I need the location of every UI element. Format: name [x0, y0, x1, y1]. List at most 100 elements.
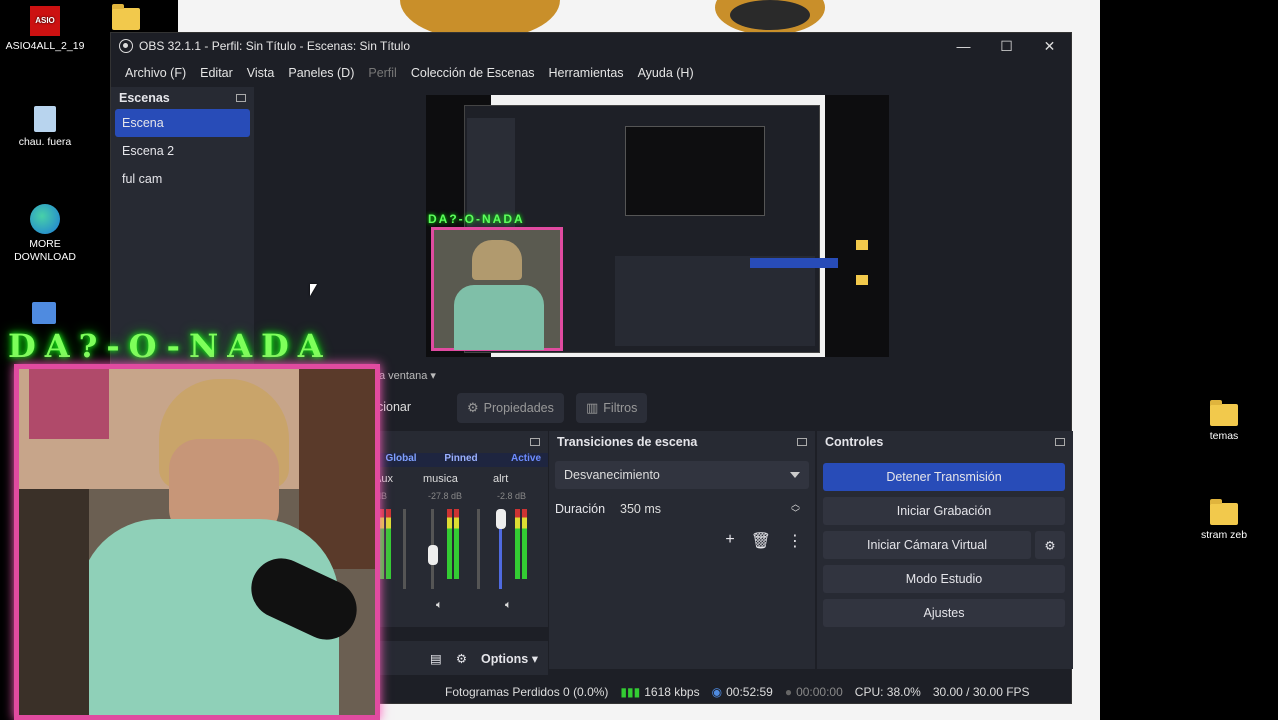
- desktop-icon-label: chau. fuera: [18, 136, 72, 148]
- settings-button[interactable]: Ajustes: [823, 599, 1065, 627]
- recycle-bin-icon: [34, 106, 56, 132]
- volume-fader[interactable]: [495, 509, 506, 589]
- properties-button[interactable]: ⚙ Propiedades: [457, 393, 564, 423]
- stream-time: 00:52:59: [726, 685, 773, 699]
- title-bar[interactable]: OBS 32.1.1 - Perfil: Sin Título - Escena…: [111, 33, 1071, 59]
- record-icon: ●: [784, 685, 793, 699]
- close-button[interactable]: ✕: [1028, 38, 1071, 55]
- duration-label: Duración: [555, 502, 606, 516]
- menu-ayuda[interactable]: Ayuda (H): [631, 66, 701, 80]
- transitions-title: Transiciones de escena: [557, 435, 698, 449]
- desktop-icon-stram-zeb[interactable]: stram zeb: [1184, 499, 1264, 542]
- controls-dock: Controles Detener Transmisión Iniciar Gr…: [817, 431, 1073, 669]
- menu-vista[interactable]: Vista: [240, 66, 282, 80]
- spin-arrows-icon[interactable]: ︿ ﹀: [791, 500, 800, 518]
- desktop-icon-label: stram zeb: [1200, 529, 1248, 541]
- desktop-icon-folder-top[interactable]: [96, 4, 156, 34]
- filters-label: Filtros: [603, 401, 638, 415]
- level-meter: [515, 509, 520, 579]
- desktop-icon-temas[interactable]: temas: [1184, 400, 1264, 443]
- undock-icon[interactable]: [797, 438, 807, 446]
- menu-herramientas[interactable]: Herramientas: [542, 66, 631, 80]
- volume-fader[interactable]: [477, 509, 480, 589]
- maximize-button[interactable]: ☐: [985, 38, 1028, 55]
- volume-fader[interactable]: [403, 509, 406, 589]
- cpu-usage: CPU: 38.0%: [854, 685, 921, 699]
- mixer-tab-active[interactable]: Active: [491, 453, 541, 467]
- duration-value: 350 ms: [620, 502, 661, 516]
- level-meter: [522, 509, 527, 579]
- level-meter: [454, 509, 459, 579]
- menu-coleccion[interactable]: Colección de Escenas: [404, 66, 542, 80]
- speaker-icon[interactable]: 🔈︎: [436, 599, 443, 612]
- mixer-options-button[interactable]: Options ▾: [481, 651, 538, 666]
- advanced-audio-icon[interactable]: ⚙: [456, 651, 467, 666]
- preview-overlay-title: DA?-O-NADA: [428, 212, 525, 226]
- transitions-dock: Transiciones de escena Desvanecimiento D…: [549, 431, 815, 669]
- source-selection-label: a ventana ▾: [379, 370, 436, 382]
- screen: ASIO ASIO4ALL_2_19 chau. fuera MORE DOWN…: [0, 0, 1278, 720]
- desktop-icon-label: MORE DOWNLOAD: [14, 238, 76, 263]
- level-meter: [386, 509, 391, 579]
- add-transition-icon[interactable]: +: [725, 531, 734, 551]
- properties-label: Propiedades: [483, 401, 554, 415]
- mixer-layout-icon[interactable]: ▤: [430, 651, 442, 666]
- webcam-overlay: [14, 364, 380, 720]
- preview-webcam: [431, 227, 563, 351]
- folder-icon: [856, 240, 868, 250]
- start-recording-button[interactable]: Iniciar Grabación: [823, 497, 1065, 525]
- stream-icon: ◉: [711, 685, 723, 699]
- undock-icon[interactable]: [1055, 438, 1065, 446]
- mixer-tab-pinned[interactable]: Pinned: [431, 453, 491, 467]
- controls-title: Controles: [825, 435, 884, 449]
- preview-canvas[interactable]: DA?-O-NADA: [426, 95, 889, 357]
- scene-item-escena[interactable]: Escena: [115, 109, 250, 137]
- transition-select[interactable]: Desvanecimiento: [555, 461, 809, 489]
- minimize-button[interactable]: —: [942, 38, 985, 55]
- gear-icon: ⚙: [467, 400, 479, 415]
- more-options-icon[interactable]: ⋮: [787, 531, 803, 551]
- menu-perfil: Perfil: [368, 66, 397, 80]
- channel-db: -27.8 dB: [428, 491, 463, 501]
- desktop-icon-label: temas: [1209, 430, 1239, 442]
- sources-tab[interactable]: cionar: [377, 400, 411, 414]
- overlay-title: DA?-O-NADA: [8, 327, 332, 365]
- folder-icon: [1210, 400, 1238, 426]
- bitrate-icon: ▮▮▮: [620, 685, 641, 699]
- studio-mode-button[interactable]: Modo Estudio: [823, 565, 1065, 593]
- speaker-icon[interactable]: 🔈︎: [505, 599, 512, 612]
- undock-icon[interactable]: [530, 438, 540, 446]
- gear-icon: ⚙: [1044, 538, 1056, 553]
- window-title: OBS 32.1.1 - Perfil: Sin Título - Escena…: [139, 39, 411, 53]
- start-virtual-camera-button[interactable]: Iniciar Cámara Virtual: [823, 531, 1031, 559]
- mixer-tab-global[interactable]: Global: [371, 453, 431, 467]
- trash-icon[interactable]: 🗑︎: [751, 531, 771, 551]
- wallpaper-shape: [730, 0, 810, 30]
- level-meter: [447, 509, 452, 579]
- stop-streaming-button[interactable]: Detener Transmisión: [823, 463, 1065, 491]
- volume-fader[interactable]: [427, 509, 438, 589]
- undock-icon[interactable]: [236, 94, 246, 102]
- folder-icon: [112, 4, 140, 30]
- channel-name: musica: [423, 473, 458, 485]
- folder-icon: [856, 275, 868, 285]
- menu-paneles[interactable]: Paneles (D): [281, 66, 361, 80]
- menu-archivo[interactable]: Archivo (F): [118, 66, 193, 80]
- scene-item-escena-2[interactable]: Escena 2: [115, 137, 250, 165]
- desktop-icon-asio[interactable]: ASIO ASIO4ALL_2_19: [5, 6, 85, 53]
- filters-button[interactable]: ▥ Filtros: [576, 393, 648, 423]
- obs-logo-icon: [119, 39, 133, 53]
- desktop-icon-edge[interactable]: MORE DOWNLOAD: [5, 204, 85, 264]
- duration-spinbox[interactable]: 350 ms ︿ ﹀: [611, 495, 809, 523]
- virtual-camera-settings-button[interactable]: ⚙: [1035, 531, 1065, 559]
- transition-value: Desvanecimiento: [564, 468, 660, 482]
- asio-icon: ASIO: [30, 6, 60, 36]
- app-icon[interactable]: [32, 302, 56, 324]
- scene-item-ful-cam[interactable]: ful cam: [115, 165, 250, 193]
- desktop-icon-recycle[interactable]: chau. fuera: [5, 106, 85, 149]
- fps: 30.00 / 30.00 FPS: [932, 685, 1030, 699]
- menu-editar[interactable]: Editar: [193, 66, 240, 80]
- audio-mixer-dock: Global Pinned Active /Aux musica alrt dB…: [371, 431, 548, 627]
- filter-icon: ▥: [586, 400, 599, 415]
- folder-icon: [1210, 499, 1238, 525]
